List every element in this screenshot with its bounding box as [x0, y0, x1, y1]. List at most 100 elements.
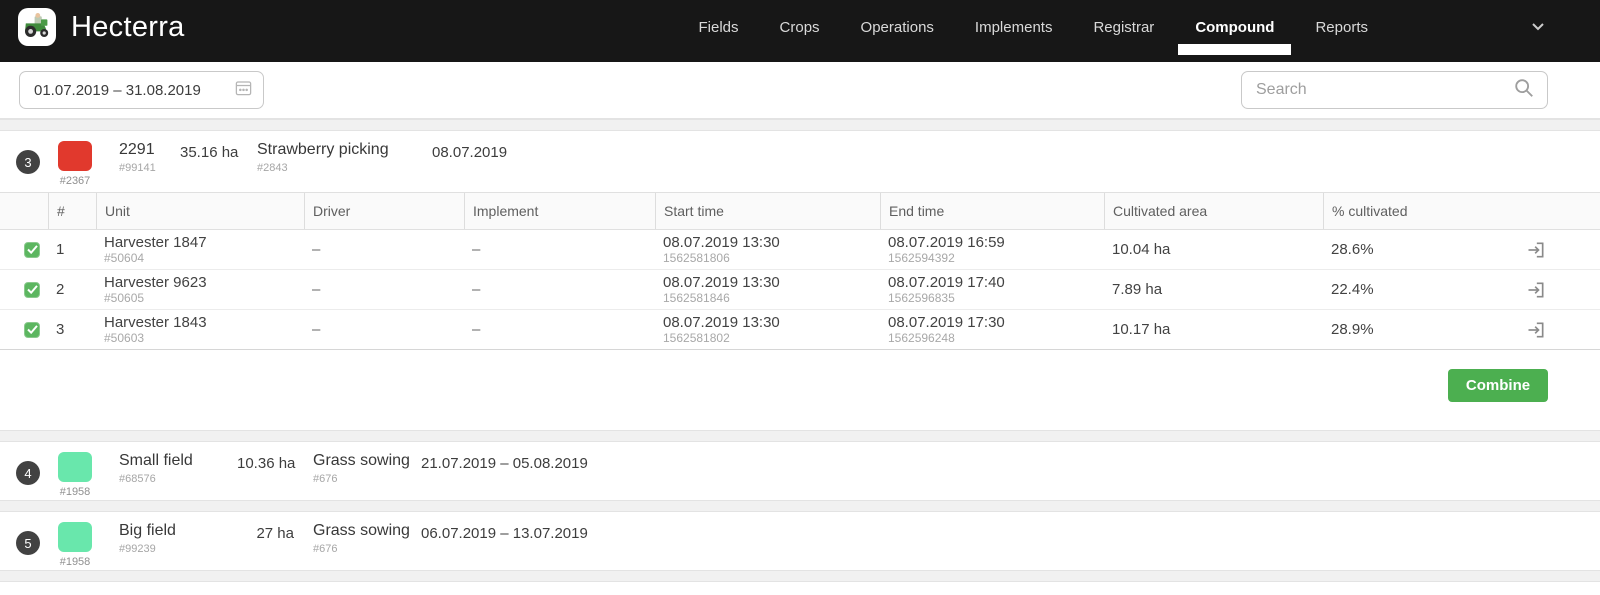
open-in-new-panel-icon[interactable] [1526, 280, 1546, 300]
implement-cell: – [464, 241, 655, 258]
col-number: # [48, 193, 96, 229]
nav-tab-implements[interactable]: Implements [975, 19, 1053, 36]
record-card-3: 3 #2367 2291 #99141 35.16 ha Strawberry … [0, 131, 1600, 430]
end-time: 08.07.2019 16:59 [888, 234, 1104, 251]
operation-name: Grass sowing [313, 452, 421, 470]
record-number-badge: 5 [16, 531, 40, 555]
col-unit: Unit [96, 193, 304, 229]
calendar-icon[interactable] [234, 78, 253, 102]
cultivated-area: 7.89 ha [1104, 281, 1323, 298]
search-box[interactable] [1241, 71, 1548, 109]
search-input[interactable] [1254, 80, 1513, 100]
field-name: 2291 [119, 141, 180, 159]
nav-tab-reports[interactable]: Reports [1315, 19, 1368, 36]
field-color-block: #1958 [58, 522, 92, 568]
record-card-4[interactable]: 4 #1958 Small field #68576 10.36 ha Gras… [0, 442, 1600, 500]
end-time-cell: 08.07.2019 16:59 1562594392 [880, 234, 1104, 265]
start-time-cell: 08.07.2019 13:30 1562581802 [655, 314, 880, 345]
operation-id: #2843 [257, 162, 404, 174]
operation-block: Grass sowing #676 [313, 522, 421, 555]
table-row: 1 Harvester 1847 #50604 – – 08.07.2019 1… [0, 230, 1600, 270]
col-start-time: Start time [655, 193, 880, 229]
operation-id: #676 [313, 543, 421, 555]
col-implement: Implement [464, 193, 655, 229]
operation-block: Strawberry picking #2843 [257, 141, 404, 174]
operation-block: Grass sowing #676 [313, 452, 421, 485]
driver-cell: – [304, 281, 464, 298]
combine-button[interactable]: Combine [1448, 369, 1548, 402]
field-color-id: #1958 [60, 556, 91, 568]
tractor-icon [21, 9, 53, 46]
section-divider [0, 500, 1600, 512]
end-time: 08.07.2019 17:30 [888, 314, 1104, 331]
col-cultivated-area: Cultivated area [1104, 193, 1323, 229]
row-checkbox[interactable] [24, 242, 40, 258]
open-in-new-panel-icon[interactable] [1526, 320, 1546, 340]
nav-tab-compound[interactable]: Compound [1195, 19, 1274, 36]
date-range-input[interactable] [19, 71, 264, 109]
col-actions [1508, 193, 1600, 229]
field-color-swatch [58, 452, 92, 482]
percent-cultivated: 28.6% [1323, 241, 1508, 258]
start-timestamp: 1562581806 [663, 251, 880, 265]
percent-cultivated: 28.9% [1323, 321, 1508, 338]
end-timestamp: 1562594392 [888, 251, 1104, 265]
row-checkbox[interactable] [24, 322, 40, 338]
cultivated-area: 10.04 ha [1104, 241, 1323, 258]
percent-cultivated: 22.4% [1323, 281, 1508, 298]
record-number-badge: 3 [16, 150, 40, 174]
main-nav: Fields Crops Operations Implements Regis… [699, 19, 1600, 36]
nav-tab-crops[interactable]: Crops [780, 19, 820, 36]
col-driver: Driver [304, 193, 464, 229]
field-id: #99141 [119, 162, 180, 174]
cultivated-area: 10.17 ha [1104, 321, 1323, 338]
operation-name: Strawberry picking [257, 141, 404, 159]
row-number: 2 [48, 281, 96, 298]
start-time-cell: 08.07.2019 13:30 1562581806 [655, 234, 880, 265]
record-card-5[interactable]: 5 #1958 Big field #99239 27 ha Grass sow… [0, 512, 1600, 570]
col-checkbox [0, 193, 48, 229]
field-area: 27 ha [237, 522, 294, 542]
unit-name: Harvester 1843 [104, 314, 304, 331]
row-number: 1 [48, 241, 96, 258]
end-timestamp: 1562596835 [888, 291, 1104, 305]
field-name-block: Big field #99239 [119, 522, 237, 555]
chevron-down-icon[interactable] [1531, 22, 1545, 32]
record-header[interactable]: 3 #2367 2291 #99141 35.16 ha Strawberry … [0, 131, 1600, 193]
unit-cell: Harvester 1847 #50604 [96, 234, 304, 265]
field-name-block: Small field #68576 [119, 452, 237, 485]
operations-table-header: # Unit Driver Implement Start time End t… [0, 193, 1600, 230]
field-id: #68576 [119, 473, 237, 485]
nav-tab-registrar[interactable]: Registrar [1093, 19, 1154, 36]
start-time: 08.07.2019 13:30 [663, 314, 880, 331]
end-time-cell: 08.07.2019 17:30 1562596248 [880, 314, 1104, 345]
open-in-new-panel-icon[interactable] [1526, 240, 1546, 260]
start-time: 08.07.2019 13:30 [663, 274, 880, 291]
filter-bar [0, 62, 1600, 119]
field-name-block: 2291 #99141 [119, 141, 180, 174]
nav-tab-operations[interactable]: Operations [861, 19, 934, 36]
operation-id: #676 [313, 473, 421, 485]
unit-id: #50604 [104, 251, 304, 265]
field-color-swatch [58, 141, 92, 171]
field-color-block: #1958 [58, 452, 92, 498]
date-range-value[interactable] [32, 81, 234, 100]
section-divider [0, 430, 1600, 442]
col-end-time: End time [880, 193, 1104, 229]
operation-dates: 06.07.2019 – 13.07.2019 [421, 522, 588, 542]
implement-cell: – [464, 321, 655, 338]
start-timestamp: 1562581802 [663, 331, 880, 345]
nav-tab-fields[interactable]: Fields [699, 19, 739, 36]
section-divider [0, 570, 1600, 582]
section-divider [0, 119, 1600, 131]
record-number-badge: 4 [16, 461, 40, 485]
unit-name: Harvester 1847 [104, 234, 304, 251]
row-checkbox[interactable] [24, 282, 40, 298]
table-actions: Combine [0, 350, 1600, 430]
record-header: 5 #1958 Big field #99239 27 ha Grass sow… [0, 512, 1600, 568]
search-icon[interactable] [1513, 77, 1535, 104]
unit-cell: Harvester 1843 #50603 [96, 314, 304, 345]
row-number: 3 [48, 321, 96, 338]
end-time-cell: 08.07.2019 17:40 1562596835 [880, 274, 1104, 305]
field-name: Big field [119, 522, 237, 540]
